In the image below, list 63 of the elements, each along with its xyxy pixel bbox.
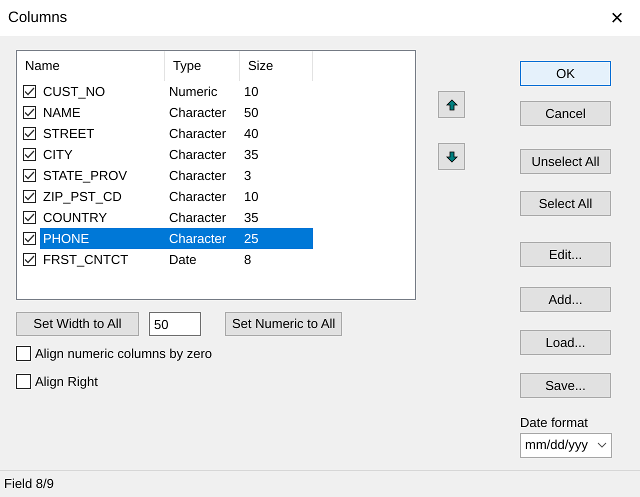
up-arrow-icon <box>446 98 458 110</box>
status-text: Field 8/9 <box>4 475 54 494</box>
field-size: 10 <box>243 188 260 206</box>
field-size: 50 <box>243 104 260 122</box>
dialog-button[interactable]: Add... <box>520 287 611 312</box>
field-type: Character <box>168 124 228 143</box>
field-name[interactable]: COUNTRY <box>40 207 165 228</box>
date-format-select[interactable]: mm/dd/yyy <box>520 432 612 458</box>
checkbox[interactable] <box>16 374 31 389</box>
field-type: Character <box>168 146 228 164</box>
field-name[interactable]: PHONE <box>40 228 165 249</box>
checkbox[interactable] <box>23 127 36 140</box>
field-size: 8 <box>243 250 252 269</box>
field-name[interactable]: CITY <box>40 144 165 165</box>
dialog-button[interactable]: Save... <box>520 373 611 398</box>
set-width-button[interactable]: Set Width to All <box>16 312 139 336</box>
set-numeric-button[interactable]: Set Numeric to All <box>225 312 342 336</box>
field-type: Numeric <box>168 82 218 101</box>
move-up-button[interactable] <box>438 91 465 118</box>
field-name[interactable]: FRST_CNTCT <box>40 249 165 270</box>
field-size: 25 <box>240 228 313 249</box>
field-name[interactable]: NAME <box>40 102 165 123</box>
field-size: 35 <box>243 208 260 227</box>
checkbox[interactable] <box>16 346 31 362</box>
field-size: 3 <box>243 166 252 185</box>
field-name[interactable]: ZIP_PST_CD <box>40 186 165 207</box>
dialog-button[interactable]: Cancel <box>520 101 611 126</box>
date-format-label: Date format <box>520 414 589 432</box>
field-type: Character <box>168 104 228 122</box>
move-down-button[interactable] <box>438 143 465 170</box>
option-label: Align Right <box>35 372 98 391</box>
field-type: Date <box>168 250 198 269</box>
field-name[interactable]: STATE_PROV <box>40 165 165 186</box>
field-name[interactable]: STREET <box>40 123 165 144</box>
column-header[interactable]: Type <box>165 51 240 81</box>
column-header[interactable]: Name <box>17 51 165 81</box>
dialog-button[interactable]: Edit... <box>520 242 611 267</box>
checkbox[interactable] <box>23 106 36 119</box>
field-size: 40 <box>243 124 260 143</box>
option-label: Align numeric columns by zero <box>35 345 212 363</box>
checkbox[interactable] <box>23 190 36 203</box>
dialog-button[interactable]: OK <box>520 61 611 86</box>
checkbox[interactable] <box>23 148 36 161</box>
chevron-down-icon <box>597 442 607 448</box>
checkbox[interactable] <box>23 253 36 266</box>
dialog-button[interactable]: Select All <box>520 191 611 216</box>
field-size: 35 <box>243 146 260 164</box>
field-type: Character <box>165 228 240 249</box>
checkbox[interactable] <box>23 169 36 182</box>
width-input[interactable]: 50 <box>149 312 201 336</box>
dialog-button[interactable]: Unselect All <box>520 149 611 174</box>
checkbox[interactable] <box>23 232 36 245</box>
field-name[interactable]: CUST_NO <box>40 81 165 102</box>
down-arrow-icon <box>446 150 458 162</box>
field-type: Character <box>168 208 228 227</box>
window-title: Columns <box>8 8 68 28</box>
field-type: Character <box>168 188 228 206</box>
column-header[interactable]: Size <box>240 51 313 81</box>
checkbox[interactable] <box>23 211 36 224</box>
checkbox[interactable] <box>23 85 36 98</box>
field-size: 10 <box>243 82 260 101</box>
dialog-button[interactable]: Load... <box>520 330 611 355</box>
field-type: Character <box>168 166 228 185</box>
